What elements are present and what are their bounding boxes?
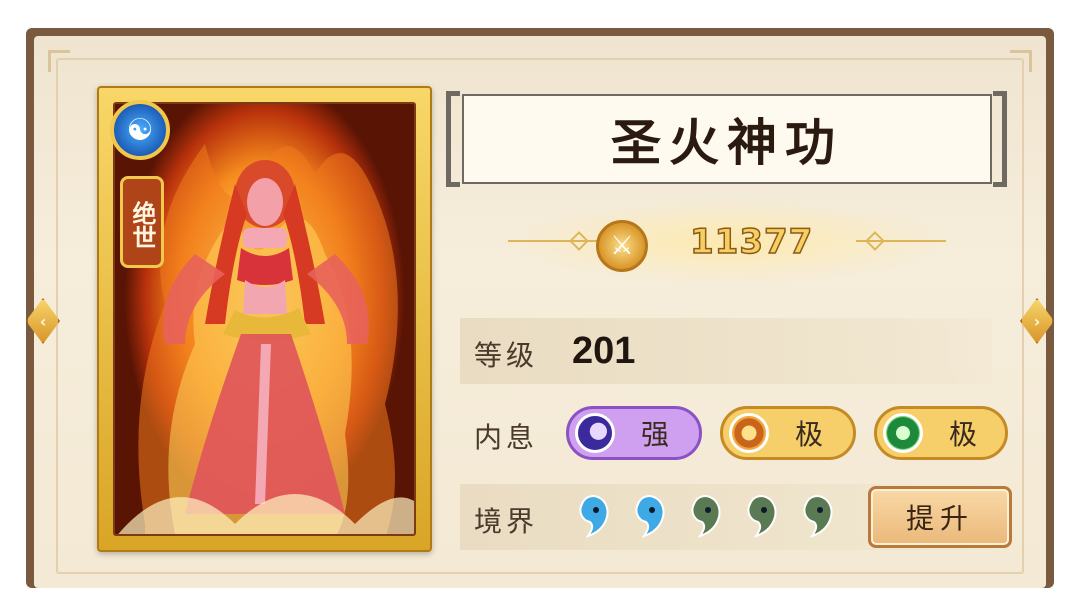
corner-ornament bbox=[48, 50, 70, 72]
character-portrait bbox=[113, 102, 416, 536]
neixi-label: 内息 bbox=[474, 421, 539, 454]
neixi-grade: 极 bbox=[949, 418, 978, 451]
jingjie-row: 境界 提升 bbox=[460, 484, 1012, 550]
level-label: 等级 bbox=[474, 339, 539, 372]
neixi-grade: 强 bbox=[641, 418, 670, 451]
sword-icon: ⚔ bbox=[596, 220, 648, 272]
title-bracket-left bbox=[446, 91, 460, 187]
neixi-row: 内息 强 极 极 bbox=[460, 400, 1008, 466]
jingjie-drop-empty-icon bbox=[691, 494, 721, 538]
skill-title: 圣火神功 bbox=[611, 113, 843, 172]
jingjie-drop-filled-icon bbox=[635, 494, 665, 538]
neixi-slot-3[interactable]: 极 bbox=[874, 406, 1008, 460]
jade-orb-icon bbox=[883, 413, 923, 453]
jingjie-drop-filled-icon bbox=[579, 494, 609, 538]
jingjie-drop-empty-icon bbox=[803, 494, 833, 538]
neixi-grade: 极 bbox=[795, 418, 824, 451]
jingjie-drop-empty-icon bbox=[747, 494, 777, 538]
title-box: 圣火神功 bbox=[462, 94, 992, 184]
fire-character-art bbox=[118, 144, 414, 534]
rank-tag: 绝世 bbox=[120, 176, 164, 268]
title-bracket-right bbox=[993, 91, 1007, 187]
level-row: 等级 201 bbox=[460, 318, 992, 384]
level-value: 201 bbox=[572, 330, 636, 372]
jingjie-label: 境界 bbox=[474, 505, 539, 538]
yin-yang-icon: ☯ bbox=[110, 100, 170, 160]
power-value: 11377 bbox=[689, 221, 814, 263]
corner-ornament bbox=[1010, 50, 1032, 72]
jingjie-drops bbox=[576, 494, 836, 538]
neixi-slot-1[interactable]: 强 bbox=[566, 406, 702, 460]
moon-orb-icon bbox=[575, 413, 615, 453]
upgrade-button[interactable]: 提升 bbox=[868, 486, 1012, 548]
neixi-slot-2[interactable]: 极 bbox=[720, 406, 856, 460]
sun-orb-icon bbox=[729, 413, 769, 453]
